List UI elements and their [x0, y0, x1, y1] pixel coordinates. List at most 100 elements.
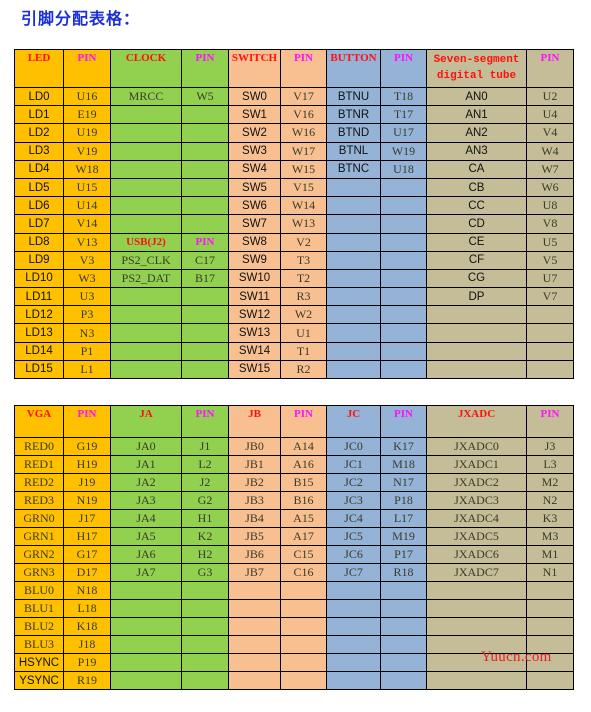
table-cell: SW5 [228, 177, 281, 198]
table-cell: E19 [63, 105, 111, 125]
table-cell: SW14 [228, 341, 281, 361]
table-cell [181, 635, 229, 654]
table-cell: LD7 [14, 214, 64, 234]
table-cell: JA5 [110, 527, 182, 546]
table-cell: GRN1 [14, 527, 64, 546]
table-row: LD9 V3 PS2_CLK C17 SW9 T3 CF V5 [14, 250, 574, 270]
table-cell: P18 [380, 491, 427, 510]
table-cell: J18 [63, 635, 111, 654]
table-cell: RED3 [14, 491, 64, 510]
table-cell: W19 [380, 141, 427, 161]
table-cell: SW7 [228, 214, 281, 234]
table-cell [526, 581, 574, 600]
table-cell: CB [426, 177, 527, 198]
table-cell: JXADC5 [426, 527, 527, 546]
table-row: LD3 V19 SW3 W17 BTNL W19 AN3 W4 [14, 141, 574, 161]
table-cell [326, 323, 381, 343]
table-cell [280, 635, 327, 654]
table-cell [380, 232, 427, 252]
table-cell [181, 653, 229, 672]
table-cell: GRN3 [14, 563, 64, 582]
table-cell: CE [426, 232, 527, 252]
table-cell: LD11 [14, 287, 64, 307]
table-cell: JXADC2 [426, 473, 527, 492]
table-cell: M18 [380, 455, 427, 474]
table-cell [110, 196, 182, 216]
table-cell [181, 105, 229, 125]
table-cell: LD1 [14, 105, 64, 125]
table-cell [110, 105, 182, 125]
table-cell: M3 [526, 527, 574, 546]
table-cell: N19 [63, 491, 111, 510]
table-cell: U14 [63, 196, 111, 216]
table-cell: H2 [181, 545, 229, 564]
table-cell: V14 [63, 214, 111, 234]
table-cell: PS2_CLK [110, 250, 182, 270]
table-cell: K2 [181, 527, 229, 546]
table-cell [380, 268, 427, 289]
table-cell: K18 [63, 617, 111, 636]
table-cell: LD12 [14, 305, 64, 325]
table-cell: V3 [63, 250, 111, 270]
table-cell [426, 617, 527, 636]
table-cell: P17 [380, 545, 427, 564]
table-cell: U3 [63, 287, 111, 307]
table-cell [228, 581, 281, 600]
pin-table-vga-pmod: VGA PIN JA PIN JB PIN JC PIN JXADC PIN RED0 G19 JA0 J… [14, 405, 574, 690]
column-header: LED [14, 49, 64, 88]
table-cell: V4 [526, 123, 574, 143]
table-cell [181, 599, 229, 618]
table-row: BLU0 N18 [14, 581, 574, 600]
table-cell: LD4 [14, 159, 64, 179]
table-cell [280, 671, 327, 690]
table-cell: C15 [280, 545, 327, 564]
table-cell: LD3 [14, 141, 64, 161]
table-cell: RED0 [14, 437, 64, 456]
table-cell: SW6 [228, 196, 281, 216]
table-cell [181, 123, 229, 143]
table-row: LD0 U16 MRCC W5 SW0 V17 BTNU T18 AN0 U2 [14, 86, 574, 107]
table-cell: SW12 [228, 305, 281, 325]
table-cell: LD8 [14, 232, 64, 252]
table-cell [326, 177, 381, 198]
table-cell: V7 [526, 287, 574, 307]
table-cell: JXADC4 [426, 509, 527, 528]
table-cell: LD6 [14, 196, 64, 216]
table-cell: AN1 [426, 105, 527, 125]
table-cell: U18 [380, 159, 427, 179]
table-cell: K3 [526, 509, 574, 528]
table-cell [426, 305, 527, 325]
table-cell [380, 214, 427, 234]
table-cell: B15 [280, 473, 327, 492]
table-cell: J3 [526, 437, 574, 456]
table-cell [181, 177, 229, 198]
table-cell: W17 [280, 141, 327, 161]
table-cell [380, 323, 427, 343]
table-cell: JC1 [326, 455, 381, 474]
table-cell [110, 287, 182, 307]
table-row: LD4 W18 SW4 W15 BTNC U18 CA W7 [14, 159, 574, 179]
table-row: GRN2 G17 JA6 H2 JB6 C15 JC6 P17 JXADC6 M1 [14, 545, 574, 564]
table-cell [526, 305, 574, 325]
table-cell [110, 159, 182, 179]
table-cell: W14 [280, 196, 327, 216]
table-cell: JB6 [228, 545, 281, 564]
table-cell [181, 196, 229, 216]
table-cell: AN2 [426, 123, 527, 143]
table-cell [426, 341, 527, 361]
column-header: BUTTON [326, 49, 381, 88]
table-cell: CF [426, 250, 527, 270]
table-cell [380, 287, 427, 307]
table-cell: W5 [181, 86, 229, 107]
table-cell [380, 581, 427, 600]
table-cell: J1 [181, 437, 229, 456]
table-cell [380, 671, 427, 690]
table-row: LD10 W3 PS2_DAT B17 SW10 T2 CG U7 [14, 268, 574, 289]
table-cell: J17 [63, 509, 111, 528]
table-cell [380, 359, 427, 380]
table-cell [181, 671, 229, 690]
table-cell [228, 617, 281, 636]
table-cell [110, 341, 182, 361]
table-cell: U4 [526, 105, 574, 125]
table-cell [426, 581, 527, 600]
